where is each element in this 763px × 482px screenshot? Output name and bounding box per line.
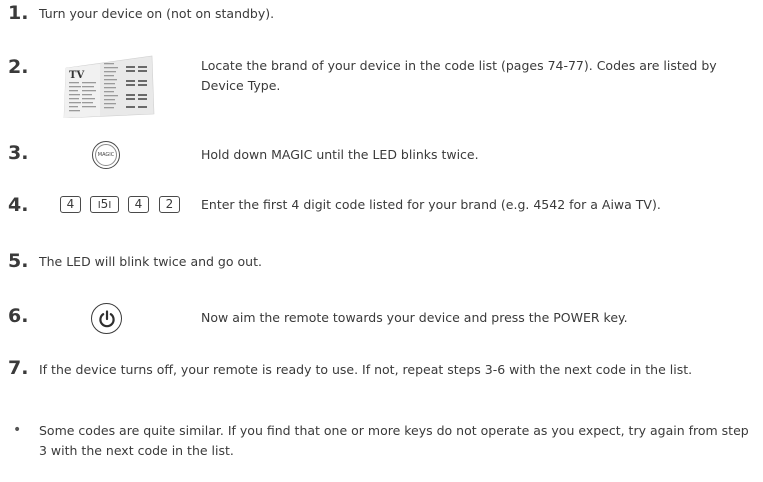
- step-number-4: 4.: [8, 194, 29, 216]
- digit-key-icon: 4: [60, 196, 81, 213]
- step-number-6: 6.: [8, 305, 29, 327]
- power-button-icon: [91, 303, 122, 334]
- digit-key-icon: 2: [159, 196, 180, 213]
- power-icon: [98, 309, 115, 327]
- step-text-2: Locate the brand of your device in the c…: [201, 58, 717, 93]
- code-list-page-icon: TV: [63, 55, 155, 119]
- note-text: Some codes are quite similar. If you fin…: [39, 423, 749, 458]
- digit-key-icon: I5I: [90, 196, 119, 213]
- step-text-6: Now aim the remote towards your device a…: [201, 310, 628, 325]
- step-text-3: Hold down MAGIC until the LED blinks twi…: [201, 147, 479, 162]
- step-text-5: The LED will blink twice and go out.: [39, 254, 262, 269]
- step-number-3: 3.: [8, 142, 29, 164]
- step-text-4: Enter the first 4 digit code listed for …: [201, 197, 661, 212]
- thumb-tv-label: TV: [69, 70, 84, 81]
- note-bullet: •: [13, 422, 22, 438]
- step-number-1: 1.: [8, 2, 29, 24]
- step-number-5: 5.: [8, 250, 29, 272]
- step-number-2: 2.: [8, 56, 29, 78]
- magic-button-icon: MAGIC: [92, 141, 120, 169]
- step-text-1: Turn your device on (not on standby).: [39, 6, 275, 21]
- magic-button-label: MAGIC: [95, 144, 117, 166]
- step-text-7: If the device turns off, your remote is …: [39, 362, 693, 377]
- digit-key-icon: 4: [128, 196, 149, 213]
- code-list-thumbnail: TV: [60, 54, 156, 119]
- step-number-7: 7.: [8, 357, 29, 379]
